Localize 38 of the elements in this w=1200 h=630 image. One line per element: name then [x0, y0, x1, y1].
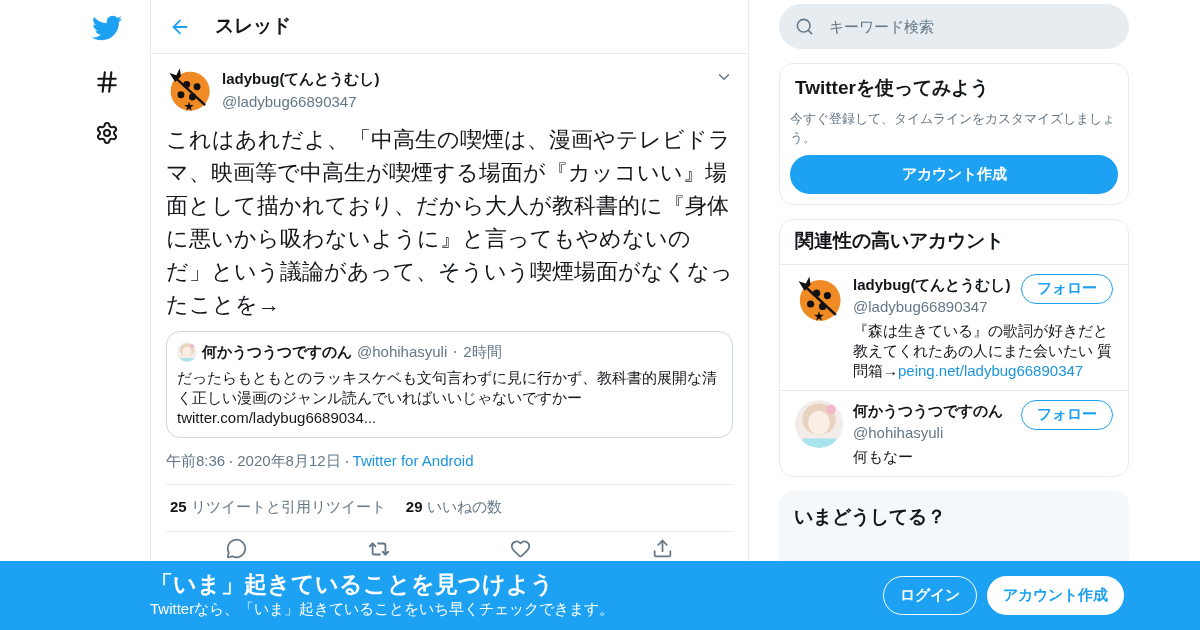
twitter-logo-icon[interactable] [92, 13, 122, 43]
account-bio: 『森は生きている』の歌詞が好きだと教えてくれたあの人にまた会いたい 質問箱→peing.net/ladybug66890347 [853, 320, 1113, 381]
quoted-tweet[interactable]: 何かうつうつですのん @hohihasyuli 2時間 だったらもともとのラッキスケベも文句言わずに見に行かず、教科書的展開な清く正しい漫画のジャンル読んでいればいいじゃないですかー twitter.com/ladybug6689034... [166, 331, 733, 438]
account-name[interactable]: 何かうつうつですのん [853, 399, 1003, 422]
author-handle[interactable]: @ladybug66890347 [222, 90, 705, 113]
tweet-date: 2020年8月12日 [237, 451, 341, 472]
quote-author-handle: @hohihasyuli [357, 342, 448, 362]
tweet-text: これはあれだよ、「中高生の喫煙は、漫画やテレビドラマ、映画等で中高生が喫煙する場面が『カッコいい』場面として描かれており、だから大人が教科書的に『身体に悪いから吸わないように』と言ってもやめないのだ」という議論があって、そういう喫煙場面がなくなったことを→ [166, 126, 733, 319]
signup-text: 今すぐ登録して、タイムラインをカスタマイズしましょう。 [790, 109, 1116, 147]
search-field[interactable]: キーワード検索 [779, 4, 1129, 49]
banner-title: 「いま」起きていることを見つけよう [150, 570, 555, 599]
quote-link[interactable]: twitter.com/ladybug6689034... [177, 407, 722, 428]
quote-time: 2時間 [463, 342, 502, 362]
source-link[interactable]: Twitter for Android [352, 450, 474, 473]
stat-link[interactable]: 25 リツイートと引用リツイート [170, 496, 386, 519]
quote-author-name: 何かうつうつですのん [202, 342, 352, 362]
account-name[interactable]: ladybug(てんとうむし) [853, 273, 1011, 296]
stat-link[interactable]: 29 いいねの数 [405, 496, 502, 519]
share-icon[interactable] [651, 538, 673, 559]
like-icon[interactable] [510, 538, 532, 559]
account-handle[interactable]: @ladybug66890347 [853, 296, 1011, 319]
trends-title: いまどうしてる？ [794, 505, 946, 527]
create-account-button[interactable]: アカウント作成 [790, 154, 1118, 194]
related-title: 関連性の高いアカウント [780, 219, 1128, 265]
reply-icon[interactable] [226, 538, 248, 559]
author-name[interactable]: ladybug(てんとうむし) [222, 68, 705, 91]
settings-icon[interactable] [95, 121, 119, 145]
search-icon [795, 17, 814, 36]
signup-button[interactable]: アカウント作成 [987, 576, 1124, 615]
signup-title: Twitterを使ってみよう [794, 76, 990, 100]
page-title: スレッド [215, 14, 291, 39]
hashtag-icon[interactable] [94, 69, 120, 95]
bio-link[interactable]: peing.net/ladybug66890347 [898, 361, 1084, 379]
banner-text: Twitterなら、「いま」起きていることをいち早くチェックできます。 [150, 599, 616, 620]
account-handle[interactable]: @hohihasyuli [853, 422, 1003, 445]
follow-button[interactable]: フォロー [1021, 273, 1113, 304]
account-bio: 何もなー [853, 446, 914, 467]
tweet-time: 午前8:36 [166, 451, 226, 472]
